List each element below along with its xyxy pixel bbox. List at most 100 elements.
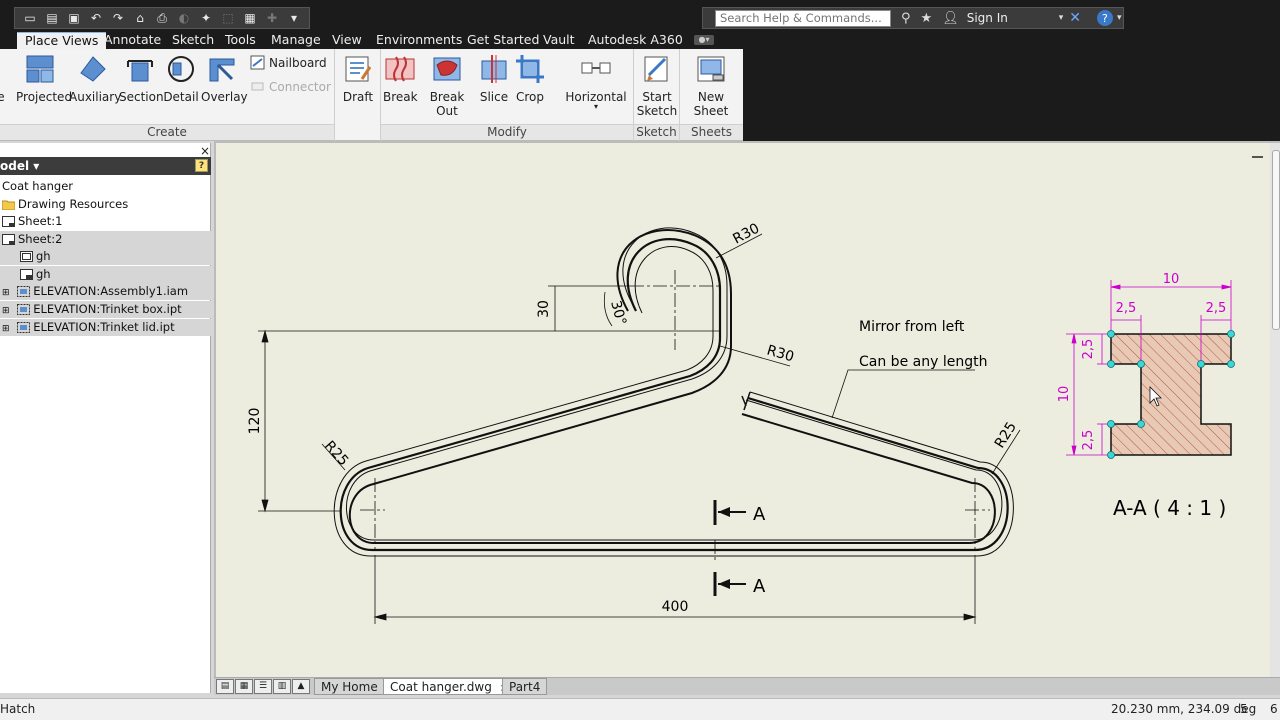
customize-qat-icon[interactable]: ▾ [285, 10, 303, 26]
open-documents-menu-icon[interactable]: ▲ [292, 679, 310, 694]
grid-layout-icon[interactable]: ▦ [235, 679, 253, 694]
select-icon[interactable]: ⬚ [219, 10, 237, 26]
section-label-a-bottom[interactable]: A [753, 576, 766, 597]
tree-item-drawing-resources[interactable]: Drawing Resources [0, 196, 211, 213]
tree-item-coat-hanger[interactable]: Coat hanger [0, 178, 211, 195]
tree-item-elevation-trinket-box[interactable]: ⊞ ELEVATION:Trinket box.ipt [0, 301, 211, 318]
doc-tab-part4[interactable]: Part4 [502, 678, 548, 695]
section-dim-top-web[interactable]: 2,5 [1081, 339, 1096, 360]
projected-button[interactable]: Projected [16, 53, 72, 104]
drawing-sheet[interactable]: 30 30° 120 400 R30 R30 R25 R25 Mirror fr… [214, 141, 1270, 677]
detail-button[interactable]: Detail [163, 53, 199, 104]
section-dim-width[interactable]: 10 [1163, 272, 1180, 287]
tree-item-elevation-assembly[interactable]: ⊞ ELEVATION:Assembly1.iam [0, 283, 211, 300]
tree-item-sheet-2[interactable]: Sheet:2 [0, 231, 211, 248]
dim-400-label[interactable]: 400 [662, 599, 689, 615]
scrollbar-thumb[interactable] [1272, 150, 1280, 330]
note-can-be-any-length[interactable]: Can be any length [859, 354, 987, 370]
update-icon[interactable]: ✦ [197, 10, 215, 26]
tree-item-elevation-trinket-lid[interactable]: ⊞ ELEVATION:Trinket lid.ipt [0, 319, 211, 336]
measure-icon[interactable]: ✚ [263, 10, 281, 26]
base-view-button[interactable]: e [0, 53, 8, 104]
search-input[interactable] [715, 9, 891, 27]
nailboard-button[interactable]: Nailboard [250, 55, 327, 70]
section-view-title[interactable]: A-A ( 4 : 1 ) [1113, 496, 1226, 520]
home-icon[interactable]: ⌂ [131, 10, 149, 26]
new-sheet-button[interactable]: New Sheet [682, 53, 740, 118]
section-dim-right-flange[interactable]: 2,5 [1206, 301, 1227, 316]
tree-item-gh-title-block[interactable]: gh [0, 266, 211, 283]
section-button[interactable]: Section [119, 53, 164, 104]
tree-item-sheet-1[interactable]: Sheet:1 [0, 213, 211, 230]
draft-button[interactable]: Draft [338, 53, 378, 104]
section-dim-height[interactable]: 10 [1057, 386, 1072, 403]
exchange-apps-icon[interactable]: ✕ [1069, 10, 1081, 26]
help-icon[interactable]: ? [1096, 10, 1113, 26]
expand-icon[interactable]: ⊞ [2, 288, 10, 298]
undo-icon[interactable]: ↶ [87, 10, 105, 26]
browser-header[interactable]: odel ▾ ? [0, 157, 211, 175]
tree-item-gh-border[interactable]: gh [0, 248, 211, 265]
expand-icon[interactable]: ⊞ [2, 324, 10, 334]
print-icon[interactable]: ⎙ [153, 10, 171, 26]
user-icon[interactable]: 👤︎ [942, 11, 959, 26]
section-dim-left-flange[interactable]: 2,5 [1116, 301, 1137, 316]
angle-30-label[interactable]: 30° [607, 299, 629, 327]
overlay-button[interactable]: Overlay [201, 53, 248, 104]
section-view-icon [127, 60, 153, 82]
auxiliary-button[interactable]: Auxiliary [69, 53, 121, 104]
centerlines [360, 270, 990, 560]
browser-header-title: odel ▾ [0, 159, 40, 173]
tab-view[interactable]: View [324, 32, 370, 49]
horizontal-align-button[interactable]: Horizontal ▾ [560, 53, 632, 111]
favorites-star-icon[interactable]: ★ [921, 11, 933, 26]
tab-vault[interactable]: Vault [535, 32, 583, 49]
redo-icon[interactable]: ↷ [109, 10, 127, 26]
tab-tools[interactable]: Tools [217, 32, 264, 49]
binoculars-icon[interactable]: ⚲ [901, 11, 911, 26]
horizontal-layout-icon[interactable]: ☰ [254, 679, 272, 694]
new-file-icon[interactable]: ▭ [21, 10, 39, 26]
start-sketch-button[interactable]: Start Sketch [636, 53, 678, 118]
radius-r30-top-label[interactable]: R30 [730, 220, 762, 247]
section-line-a-a[interactable] [713, 500, 746, 596]
tile-layout-icon[interactable]: ▤ [216, 679, 234, 694]
open-folder-icon[interactable]: ▤ [43, 10, 61, 26]
tab-annotate[interactable]: Annotate [96, 32, 169, 49]
connector-button[interactable]: Connector [250, 79, 331, 94]
material-icon[interactable]: ◐ [175, 10, 193, 26]
dropdown-icon[interactable]: ▾ [1059, 13, 1064, 23]
drawing-view-icon [17, 322, 31, 333]
note-mirror-from-left[interactable]: Mirror from left [859, 319, 965, 335]
radius-r25-left-label[interactable]: R25 [321, 438, 351, 469]
break-button[interactable]: Break [383, 53, 418, 104]
tab-place-views[interactable]: Place Views [17, 32, 107, 49]
section-dim-bottom-web[interactable]: 2,5 [1081, 430, 1096, 451]
crop-button[interactable]: Crop [513, 53, 547, 104]
break-out-button[interactable]: Break Out [419, 53, 475, 118]
tab-manage[interactable]: Manage [263, 32, 329, 49]
radius-r25-right-label[interactable]: R25 [992, 419, 1020, 451]
help-dropdown-icon[interactable]: ▾ [1117, 13, 1122, 23]
sign-in-button[interactable]: Sign In [967, 11, 1059, 25]
slice-button[interactable]: Slice [477, 53, 511, 104]
vertical-layout-icon[interactable]: ▥ [273, 679, 291, 694]
browser-help-icon[interactable]: ? [195, 159, 208, 172]
radius-r30-bottom-label[interactable]: R30 [765, 342, 796, 365]
expand-icon[interactable]: ⊞ [2, 306, 10, 316]
browser-close-button[interactable]: × [200, 144, 210, 158]
doc-tab-my-home[interactable]: My Home [314, 678, 385, 695]
ribbon-options-icon[interactable]: ●▾ [694, 35, 714, 45]
dim-30-label[interactable]: 30 [536, 300, 552, 318]
hanger-geometry[interactable] [333, 227, 1014, 557]
tab-autodesk-a360[interactable]: Autodesk A360 [580, 32, 691, 49]
doc-tab-coat-hanger[interactable]: Coat hanger.dwg × [383, 678, 516, 695]
ribbon-separator [334, 49, 335, 141]
tab-sketch[interactable]: Sketch [164, 32, 222, 49]
save-icon[interactable]: ▣ [65, 10, 83, 26]
dim-120-label[interactable]: 120 [247, 408, 263, 435]
section-label-a-top[interactable]: A [753, 504, 766, 525]
project-icon[interactable]: ▦ [241, 10, 259, 26]
section-view-a-a[interactable] [1110, 333, 1232, 456]
tab-environments[interactable]: Environments [368, 32, 470, 49]
